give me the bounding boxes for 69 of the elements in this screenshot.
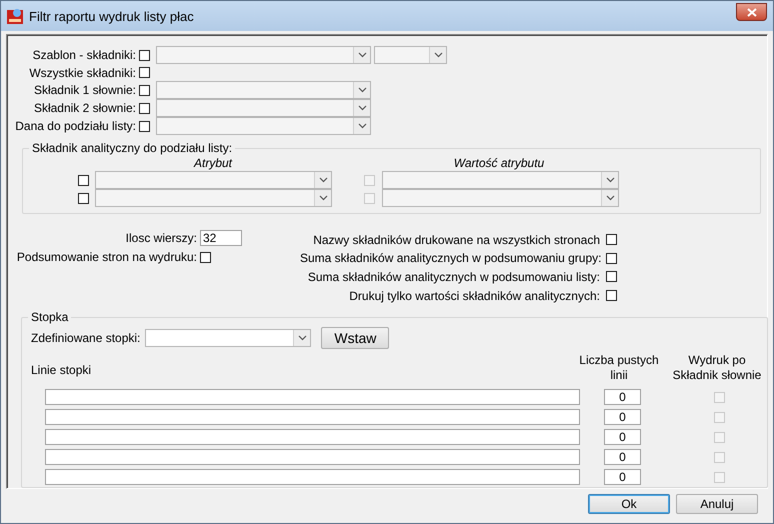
chevron-down-icon — [318, 177, 328, 184]
field-label: Szablon - składniki: — [32, 48, 137, 62]
empty-lines-field[interactable]: 0 — [604, 429, 641, 445]
window-title: Filtr raportu wydruk listy płac — [29, 8, 195, 24]
dialog-button[interactable]: Ok — [588, 494, 670, 514]
checkbox[interactable] — [606, 234, 617, 246]
option-label: Drukuj tylko wartości składników analitycznych: — [348, 288, 601, 303]
dropdown[interactable] — [382, 171, 619, 190]
checkbox[interactable] — [139, 50, 150, 60]
dialog-button[interactable]: Anuluj — [676, 494, 758, 514]
chevron-down-icon — [434, 52, 442, 58]
app-icon — [7, 8, 23, 24]
group-title: Składnik analityczny do podziału listy: — [31, 141, 234, 156]
chevron-down-icon — [606, 177, 614, 184]
checkbox[interactable] — [139, 67, 150, 78]
footer-line-field[interactable] — [45, 449, 580, 465]
insert-button[interactable]: Wstaw — [321, 327, 390, 349]
chevron-down-icon — [358, 123, 366, 130]
dropdown[interactable] — [156, 99, 371, 118]
checkbox[interactable] — [139, 102, 150, 114]
close-button[interactable] — [736, 3, 767, 21]
column-header: Atrybut — [192, 156, 234, 170]
chevron-down-icon — [318, 195, 328, 202]
dropdown[interactable] — [145, 329, 312, 347]
checkbox[interactable] — [78, 192, 89, 204]
column-header: Wydruk po Składnik słownie — [672, 353, 762, 383]
dropdown[interactable] — [156, 81, 371, 100]
checkbox[interactable] — [200, 252, 211, 263]
chevron-down-icon — [606, 195, 614, 202]
group-title: Stopka — [30, 310, 70, 324]
option-label: Suma składników analitycznych w podsumowaniu grupy: — [300, 251, 602, 266]
dropdown[interactable] — [374, 46, 447, 64]
option-label: Suma składników analitycznych w podsumowaniu listy: — [306, 270, 601, 284]
empty-lines-field[interactable]: 0 — [604, 409, 641, 425]
dropdown[interactable] — [156, 117, 371, 136]
checkbox[interactable] — [139, 84, 150, 96]
checkbox[interactable] — [78, 174, 89, 186]
field-label: Wszystkie składniki: — [28, 66, 137, 80]
empty-lines-field[interactable]: 0 — [604, 449, 641, 465]
chevron-down-icon — [358, 52, 366, 58]
field-label: Dana do podziału listy: — [14, 119, 137, 134]
column-header: Wartość atrybutu — [452, 156, 546, 170]
close-icon — [746, 8, 756, 16]
chevron-down-icon — [298, 335, 307, 341]
field-label: Podsumowanie stron na wydruku: — [16, 250, 198, 264]
checkbox[interactable] — [606, 271, 617, 282]
checkbox[interactable] — [606, 290, 617, 302]
chevron-down-icon — [358, 87, 366, 94]
footer-line-field[interactable] — [45, 409, 580, 425]
field-label: Składnik 2 słownie: — [32, 101, 137, 116]
dropdown[interactable] — [382, 189, 619, 208]
option-label: Nazwy składników drukowane na wszystkich stronach — [312, 232, 601, 247]
empty-lines-field[interactable]: 0 — [604, 469, 641, 485]
empty-lines-field[interactable]: 0 — [604, 389, 641, 405]
footer-line-field[interactable] — [45, 389, 580, 405]
dropdown[interactable] — [95, 189, 332, 208]
field-label: Ilosc wierszy: — [124, 231, 198, 246]
chevron-down-icon — [358, 105, 366, 112]
dropdown[interactable] — [95, 171, 332, 190]
checkbox[interactable] — [139, 120, 150, 132]
checkbox[interactable] — [606, 252, 617, 264]
dropdown[interactable] — [156, 46, 371, 64]
column-header: Liczba pustych linii — [578, 353, 660, 383]
footer-line-field[interactable] — [45, 429, 580, 445]
field-label: Zdefiniowane stopki: — [31, 331, 140, 345]
section-label: Linie stopki — [31, 363, 92, 377]
footer-line-field[interactable] — [45, 469, 580, 485]
field-label: Składnik 1 słownie: — [32, 83, 137, 98]
input-field[interactable]: 32 — [200, 230, 242, 246]
